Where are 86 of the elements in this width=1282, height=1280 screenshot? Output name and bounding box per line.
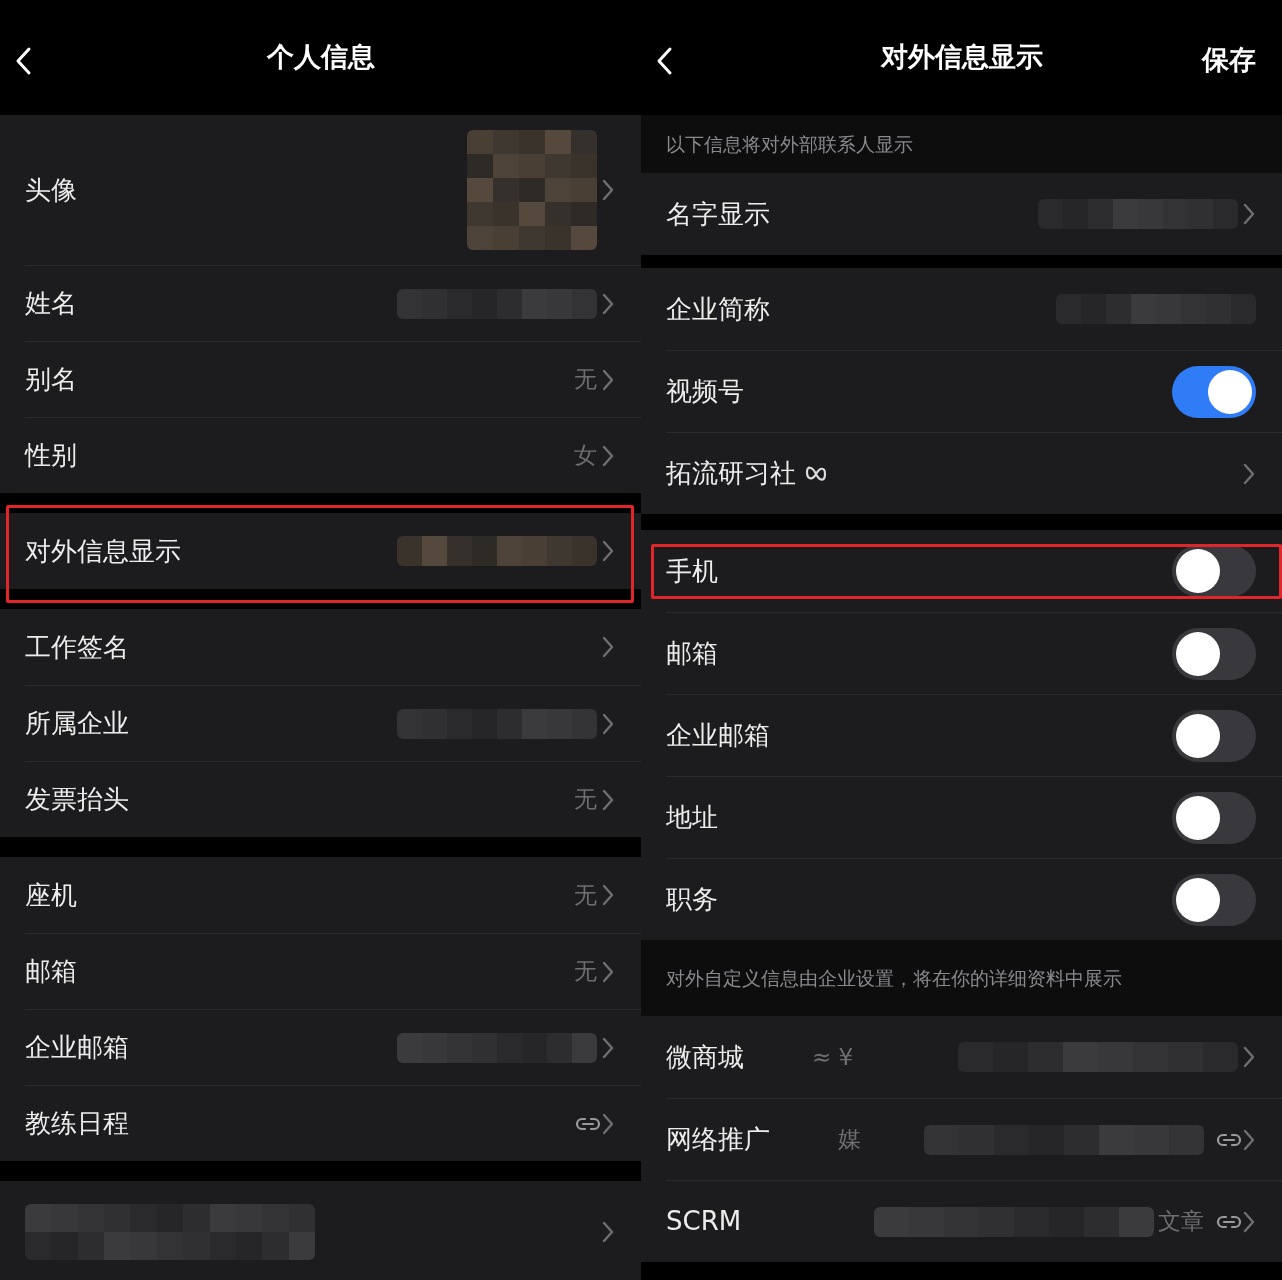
row-label: 手机 (666, 554, 718, 588)
row-label: 座机 (25, 878, 77, 912)
settings-row[interactable]: 邮箱 无 (0, 933, 641, 1009)
row-value: 文章 (1158, 1207, 1204, 1237)
row-label: 职务 (666, 883, 718, 916)
settings-row[interactable]: 头像 (0, 115, 641, 265)
row-value: 无 (574, 880, 597, 910)
row-value: ≈ ¥ (812, 1042, 854, 1072)
toggle-switch[interactable] (1172, 791, 1256, 844)
settings-row[interactable]: 企业简称 (641, 268, 1282, 350)
settings-row[interactable]: 别名 无 (0, 341, 641, 417)
back-icon[interactable] (14, 46, 32, 76)
row-label: 别名 (25, 363, 77, 396)
row-label: 拓流研习社 (666, 457, 796, 490)
settings-row[interactable]: 视频号 (641, 350, 1282, 432)
row-value: 无 (574, 957, 597, 987)
toggle-switch[interactable] (1172, 627, 1256, 680)
chevron-icon (601, 636, 615, 658)
page-title: 个人信息 (266, 40, 375, 75)
chevron-icon (1242, 462, 1256, 485)
row-value: 媒 (838, 1125, 861, 1155)
row-label: 地址 (666, 801, 718, 834)
chevron-icon (601, 1036, 615, 1059)
settings-row[interactable]: 姓名 (0, 265, 641, 341)
settings-row[interactable]: 微商城 ≈ ¥ (641, 1016, 1282, 1098)
row-label: 对外信息显示 (25, 534, 181, 568)
toggle-switch[interactable] (1172, 545, 1256, 597)
back-icon[interactable] (655, 46, 673, 76)
chevron-icon (1242, 1046, 1256, 1068)
settings-row[interactable]: 对外信息显示 (0, 513, 641, 589)
settings-row[interactable]: 网络推广 媒 (641, 1098, 1282, 1180)
chevron-icon (601, 368, 615, 391)
chevron-icon (1242, 1210, 1256, 1233)
page-title: 对外信息显示 (880, 40, 1043, 75)
chevron-icon (601, 788, 615, 811)
row-value: 无 (574, 365, 597, 395)
row-label: 工作签名 (25, 630, 129, 664)
chevron-icon (601, 712, 615, 735)
settings-row[interactable]: 企业邮箱 (0, 1009, 641, 1085)
row-label: 头像 (25, 173, 77, 207)
row-label: 发票抬头 (25, 783, 129, 816)
toggle-switch[interactable] (1172, 365, 1256, 418)
row-label: 企业简称 (666, 292, 770, 326)
settings-row[interactable]: 座机 无 (0, 857, 641, 933)
settings-row[interactable]: 所属企业 (0, 685, 641, 761)
chevron-icon (601, 540, 615, 562)
settings-row[interactable]: 邮箱 (641, 612, 1282, 694)
settings-row[interactable]: 手机 (641, 530, 1282, 612)
settings-row[interactable]: 名字显示 (641, 173, 1282, 255)
row-label: 微商城 (666, 1040, 744, 1074)
row-label: SCRM (666, 1205, 742, 1238)
row-label: 所属企业 (25, 707, 129, 740)
settings-row[interactable]: 工作签名 (0, 609, 641, 685)
row-label: 企业邮箱 (666, 719, 770, 752)
settings-row[interactable]: 拓流研习社 (641, 432, 1282, 514)
row-label: 企业邮箱 (25, 1031, 129, 1064)
save-button[interactable]: 保存 (1202, 40, 1256, 81)
row-label: 视频号 (666, 375, 744, 408)
settings-row[interactable]: 发票抬头 无 (0, 761, 641, 837)
toggle-switch[interactable] (1172, 709, 1256, 762)
row-value: 无 (574, 785, 597, 815)
settings-row[interactable]: 教练日程 (0, 1085, 641, 1161)
row-label: 姓名 (25, 287, 77, 320)
chevron-icon (601, 1112, 615, 1135)
chevron-icon (601, 884, 615, 906)
settings-row[interactable]: 性别 女 (0, 417, 641, 493)
chevron-icon (601, 179, 615, 201)
section-note: 对外自定义信息由企业设置，将在你的详细资料中展示 (666, 965, 1122, 991)
chevron-icon (601, 444, 615, 467)
settings-row[interactable]: 企业邮箱 (641, 694, 1282, 776)
row-label: 教练日程 (25, 1107, 129, 1140)
settings-row[interactable]: SCRM 文章 (641, 1180, 1282, 1262)
chevron-icon (601, 960, 615, 983)
chevron-icon (1242, 203, 1256, 225)
row-label: 网络推广 (666, 1123, 770, 1156)
row-label: 邮箱 (25, 955, 77, 988)
chevron-icon (601, 292, 615, 315)
row-label: 邮箱 (666, 637, 718, 670)
section-note: 以下信息将对外部联系人显示 (666, 131, 913, 157)
row-label: 性别 (25, 439, 77, 472)
row-value: 女 (574, 441, 597, 471)
settings-row[interactable]: 地址 (641, 776, 1282, 858)
chevron-icon (601, 1221, 615, 1243)
chevron-icon (1242, 1128, 1256, 1151)
toggle-switch[interactable] (1172, 873, 1256, 926)
row-label: 名字显示 (666, 197, 770, 231)
